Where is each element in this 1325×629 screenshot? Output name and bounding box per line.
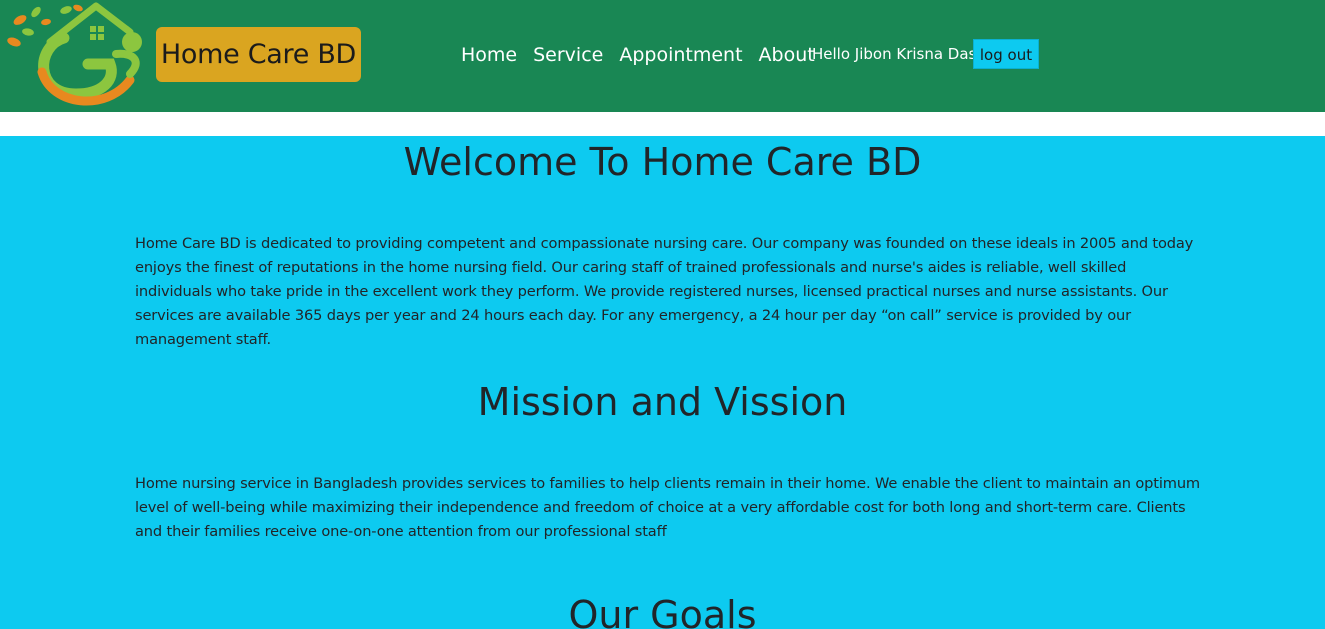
home-care-logo-icon[interactable] — [6, 2, 156, 106]
nav-about[interactable]: About — [759, 44, 815, 66]
main-nav: Home Service Appointment About — [461, 40, 815, 70]
nav-home[interactable]: Home — [461, 44, 517, 66]
welcome-heading: Welcome To Home Care BD — [403, 140, 922, 184]
brand-link[interactable]: Home Care BD — [156, 27, 361, 82]
nav-service[interactable]: Service — [533, 44, 603, 66]
goals-heading: Our Goals — [568, 593, 757, 629]
user-greeting: Hello Jibon Krisna Das — [812, 45, 977, 63]
mission-heading: Mission and Vission — [477, 380, 848, 424]
main-content: Welcome To Home Care BD Home Care BD is … — [0, 136, 1325, 629]
welcome-paragraph: Home Care BD is dedicated to providing c… — [135, 235, 1194, 348]
nav-appointment[interactable]: Appointment — [619, 44, 742, 66]
navbar: Home Care BD Home Service Appointment Ab… — [0, 0, 1325, 112]
mission-paragraph: Home nursing service in Bangladesh provi… — [135, 475, 1200, 540]
logout-button[interactable]: log out — [973, 39, 1039, 69]
